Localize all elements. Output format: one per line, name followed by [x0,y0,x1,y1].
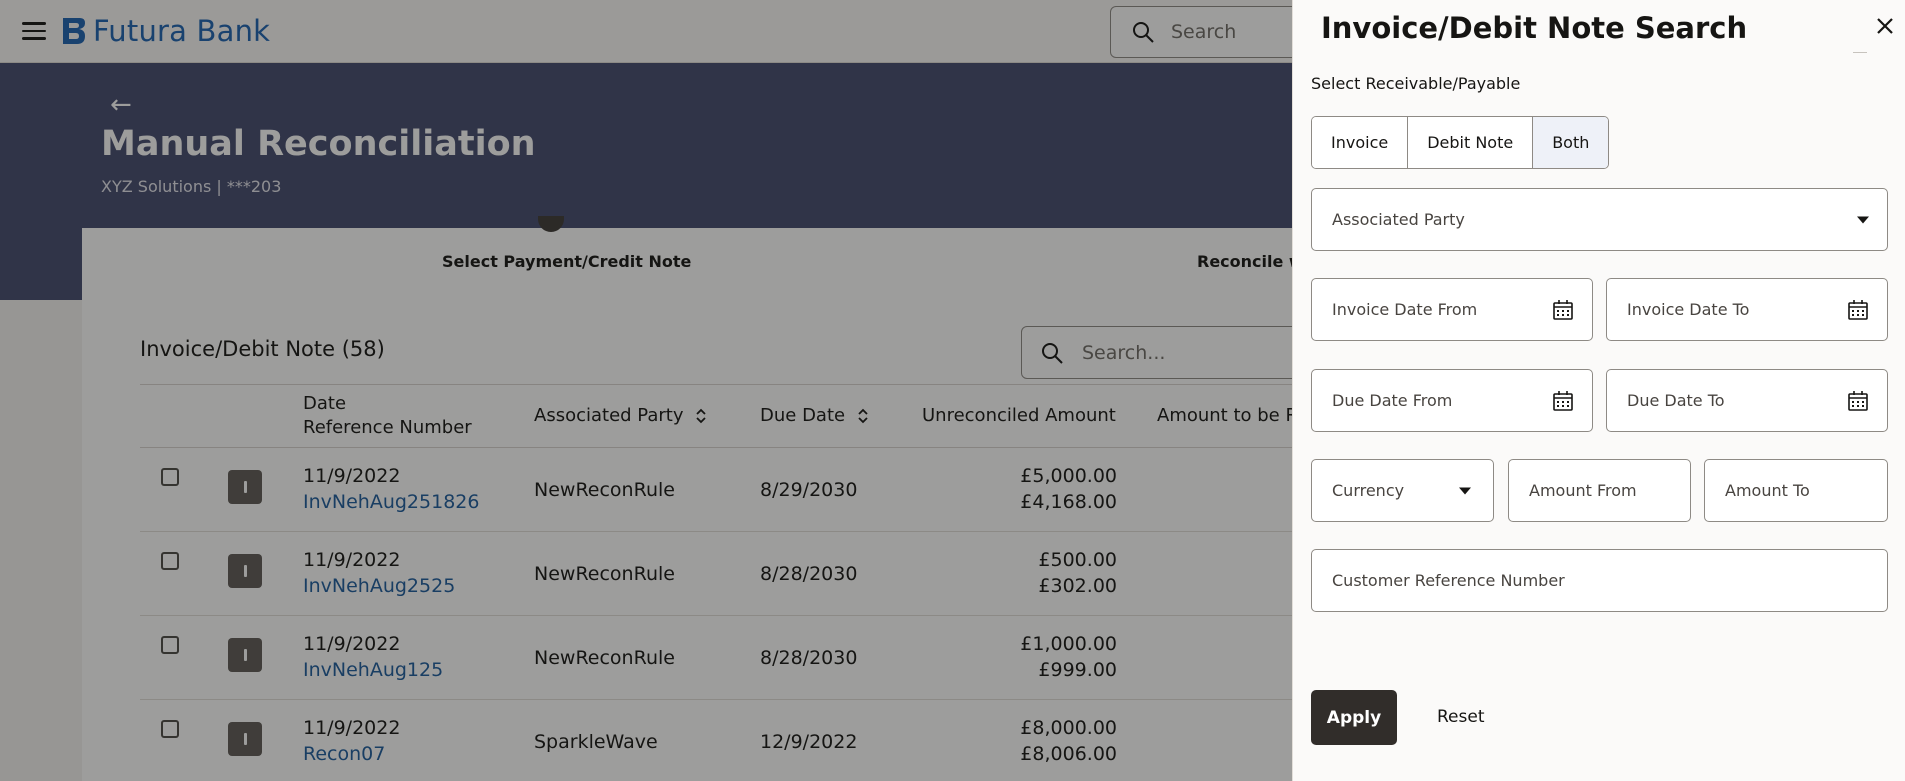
amount-to-label: Amount To [1725,481,1810,500]
customer-reference-number-field[interactable]: Customer Reference Number [1311,549,1888,612]
receivable-payable-toggle: Invoice Debit Note Both [1311,116,1610,169]
invoice-search-drawer: Invoice/Debit Note Search Select Receiva… [1292,0,1905,781]
drawer-title: Invoice/Debit Note Search [1321,11,1748,45]
segment-both[interactable]: Both [1533,117,1609,168]
invoice-date-to-label: Invoice Date To [1627,300,1750,319]
chevron-down-icon [1857,216,1869,223]
segment-invoice[interactable]: Invoice [1312,117,1409,168]
reset-button[interactable]: Reset [1437,707,1485,727]
invoice-date-from-label: Invoice Date From [1332,300,1478,319]
currency-label: Currency [1332,481,1405,500]
calendar-icon[interactable] [1552,299,1574,321]
invoice-date-to-field[interactable]: Invoice Date To [1606,278,1888,341]
calendar-icon[interactable] [1847,390,1869,412]
due-date-to-label: Due Date To [1627,391,1725,410]
customer-reference-number-label: Customer Reference Number [1332,571,1565,590]
amount-to-field[interactable]: Amount To [1704,459,1888,522]
calendar-icon[interactable] [1847,299,1869,321]
amount-from-field[interactable]: Amount From [1508,459,1691,522]
due-date-from-label: Due Date From [1332,391,1453,410]
segment-debit-note[interactable]: Debit Note [1408,117,1534,168]
due-date-from-field[interactable]: Due Date From [1311,369,1593,432]
due-date-to-field[interactable]: Due Date To [1606,369,1888,432]
associated-party-select[interactable]: Associated Party [1311,188,1888,251]
associated-party-label: Associated Party [1332,210,1465,229]
apply-button[interactable]: Apply [1311,690,1397,745]
currency-select[interactable]: Currency [1311,459,1494,522]
close-icon[interactable] [1873,14,1897,38]
header-divider [1853,52,1867,53]
invoice-date-from-field[interactable]: Invoice Date From [1311,278,1593,341]
amount-from-label: Amount From [1529,481,1637,500]
segment-label: Select Receivable/Payable [1311,74,1521,93]
chevron-down-icon [1459,487,1471,494]
calendar-icon[interactable] [1552,390,1574,412]
